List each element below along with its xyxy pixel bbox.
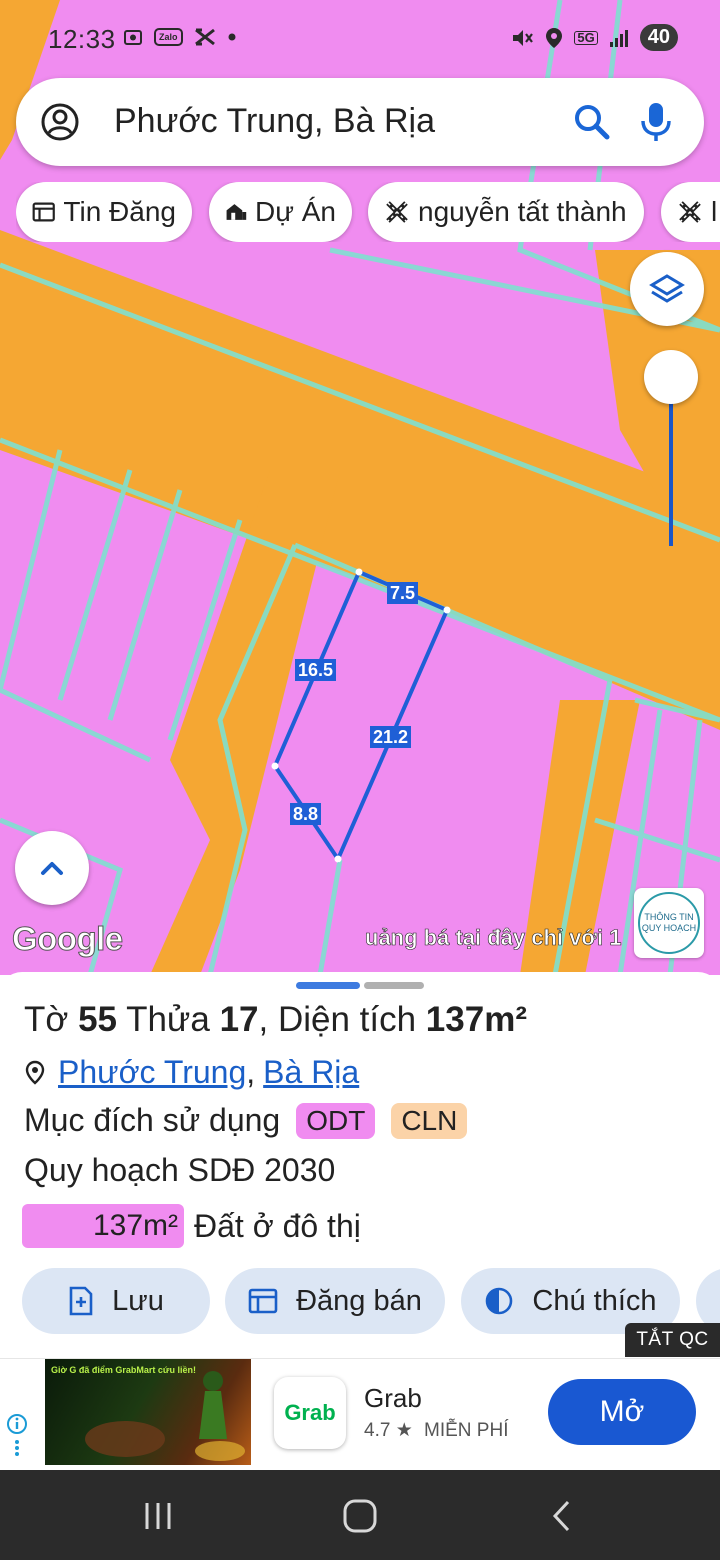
network-type-icon: 5G bbox=[574, 30, 598, 45]
title-prefix: Tờ bbox=[24, 1000, 79, 1039]
chip-tin-dang[interactable]: Tin Đăng bbox=[16, 182, 192, 242]
parcel-info-sheet[interactable]: Tờ 55 Thửa 17, Diện tích 137m² Phước Tru… bbox=[0, 972, 720, 1358]
status-bar: 12:33 Zalo 5G 40 bbox=[0, 0, 720, 80]
chip-more[interactable]: l bbox=[661, 182, 720, 242]
location-row: Phước Trung, Bà Rịa bbox=[24, 1054, 359, 1091]
road-icon bbox=[679, 201, 701, 223]
search-icon[interactable] bbox=[572, 102, 612, 142]
ad-illustration bbox=[85, 1371, 245, 1461]
location-icon bbox=[546, 27, 563, 48]
land-use-label: Mục đích sử dụng bbox=[24, 1102, 281, 1138]
dimension-label-left: 16.5 bbox=[295, 659, 337, 681]
ad-app-name: Grab bbox=[364, 1383, 422, 1413]
dot-icon bbox=[228, 33, 236, 41]
opacity-slider-thumb[interactable] bbox=[644, 350, 698, 404]
legend-icon bbox=[486, 1287, 513, 1315]
capcut-icon bbox=[194, 28, 215, 46]
layers-icon bbox=[649, 274, 685, 303]
ad-menu-icon[interactable] bbox=[14, 1439, 20, 1457]
status-time: 12:33 bbox=[48, 24, 116, 54]
legend-label: Chú thích bbox=[532, 1284, 657, 1317]
filter-chips: Tin Đăng Dự Án nguyễn tất thành l bbox=[16, 182, 720, 242]
plan-label: Quy hoạch SDĐ 2030 bbox=[24, 1152, 336, 1188]
chip-label: l bbox=[711, 196, 718, 227]
screen-capture-icon bbox=[124, 30, 142, 45]
ad-open-button[interactable]: Mở bbox=[548, 1379, 696, 1445]
chip-nguyen-tat-thanh[interactable]: nguyễn tất thành bbox=[368, 182, 644, 242]
dimension-label-top: 7.5 bbox=[387, 582, 419, 604]
battery-indicator: 40 bbox=[639, 24, 678, 51]
search-bar[interactable]: Phước Trung, Bà Rịa bbox=[16, 78, 704, 166]
home-icon[interactable] bbox=[340, 1498, 380, 1534]
land-use-row: Mục đích sử dụng ODT CLN bbox=[24, 1102, 468, 1139]
planning-info-logo: THÔNG TIN QUY HOẠCH bbox=[638, 892, 700, 954]
parcel-title: Tờ 55 Thửa 17, Diện tích 137m² bbox=[24, 1000, 527, 1040]
land-use-tag-cln[interactable]: CLN bbox=[391, 1102, 468, 1139]
layers-button[interactable] bbox=[630, 252, 704, 326]
location-separator: , bbox=[246, 1054, 256, 1090]
zalo-icon: Zalo bbox=[154, 28, 183, 46]
close-ad-button[interactable]: TẮT QC bbox=[625, 1323, 720, 1357]
title-area-prefix: , Diện tích bbox=[258, 1000, 426, 1039]
save-label: Lưu bbox=[112, 1284, 164, 1317]
system-nav-bar bbox=[0, 1470, 720, 1560]
city-link[interactable]: Bà Rịa bbox=[263, 1054, 359, 1091]
listing-icon bbox=[248, 1288, 278, 1314]
action-buttons: Lưu Đăng bán Chú thích bbox=[0, 1268, 720, 1336]
chevron-up-icon bbox=[41, 862, 63, 875]
post-sale-button[interactable]: Đăng bán bbox=[225, 1268, 445, 1334]
planning-info-badge[interactable]: THÔNG TIN QUY HOẠCH bbox=[634, 888, 704, 958]
planning-info-text-1: THÔNG TIN bbox=[644, 912, 694, 922]
title-mid: Thửa bbox=[117, 1000, 220, 1039]
zoning-area-row: 137m² Đất ở đô thị bbox=[22, 1204, 361, 1248]
notification-icons: Zalo bbox=[122, 26, 237, 48]
signal-icon bbox=[609, 29, 628, 47]
ad-app-meta: 4.7 ★ MIỄN PHÍ bbox=[364, 1419, 508, 1442]
system-icons: 5G 40 bbox=[510, 24, 678, 51]
search-input[interactable]: Phước Trung, Bà Rịa bbox=[114, 102, 435, 141]
ad-image[interactable]: Giờ G đã điểm GrabMart cứu liền! bbox=[45, 1359, 251, 1465]
ward-link[interactable]: Phước Trung bbox=[58, 1054, 246, 1091]
recent-apps-icon[interactable] bbox=[140, 1498, 176, 1534]
grab-app-icon[interactable]: Grab bbox=[274, 1377, 346, 1449]
ad-rating: 4.7 bbox=[364, 1420, 391, 1441]
post-sale-label: Đăng bán bbox=[296, 1284, 422, 1317]
expand-button[interactable] bbox=[15, 831, 89, 905]
chip-label: Tin Đăng bbox=[63, 196, 176, 227]
zoning-type-label: Đất ở đô thị bbox=[194, 1207, 361, 1244]
save-icon bbox=[69, 1286, 93, 1316]
road-icon bbox=[386, 201, 408, 223]
chip-du-an[interactable]: Dự Án bbox=[209, 182, 352, 242]
location-pin-icon bbox=[25, 1060, 45, 1085]
mute-icon bbox=[513, 29, 534, 46]
back-icon[interactable] bbox=[546, 1498, 578, 1534]
google-logo: Google bbox=[12, 920, 124, 958]
chip-label: nguyễn tất thành bbox=[418, 196, 627, 227]
chip-label: Dự Án bbox=[255, 196, 336, 227]
dimension-label-bottom: 8.8 bbox=[290, 803, 322, 825]
save-button[interactable]: Lưu bbox=[22, 1268, 210, 1334]
ad-marquee-text: uảng bá tại đây chỉ với 1 bbox=[365, 925, 622, 950]
parcel-area: 137m² bbox=[425, 1000, 527, 1039]
land-use-tag-odt[interactable]: ODT bbox=[296, 1102, 376, 1139]
account-icon[interactable] bbox=[40, 102, 80, 142]
sheet-number: 55 bbox=[78, 1000, 117, 1039]
listing-icon bbox=[32, 202, 55, 222]
ad-price: MIỄN PHÍ bbox=[424, 1420, 509, 1441]
sheet-page-indicator[interactable] bbox=[364, 982, 424, 989]
microphone-icon[interactable] bbox=[636, 100, 676, 144]
ad-info-icon[interactable] bbox=[6, 1413, 28, 1435]
dimension-label-right: 21.2 bbox=[370, 726, 412, 748]
sheet-page-indicator-active[interactable] bbox=[296, 982, 360, 989]
parcel-number: 17 bbox=[219, 1000, 259, 1039]
planning-info-text-2: QUY HOẠCH bbox=[641, 923, 697, 933]
ad-banner[interactable]: Giờ G đã điểm GrabMart cứu liền! Grab Gr… bbox=[0, 1358, 720, 1470]
star-icon: ★ bbox=[395, 1420, 419, 1441]
project-icon bbox=[226, 204, 247, 220]
zoning-area-bar: 137m² bbox=[22, 1204, 184, 1248]
